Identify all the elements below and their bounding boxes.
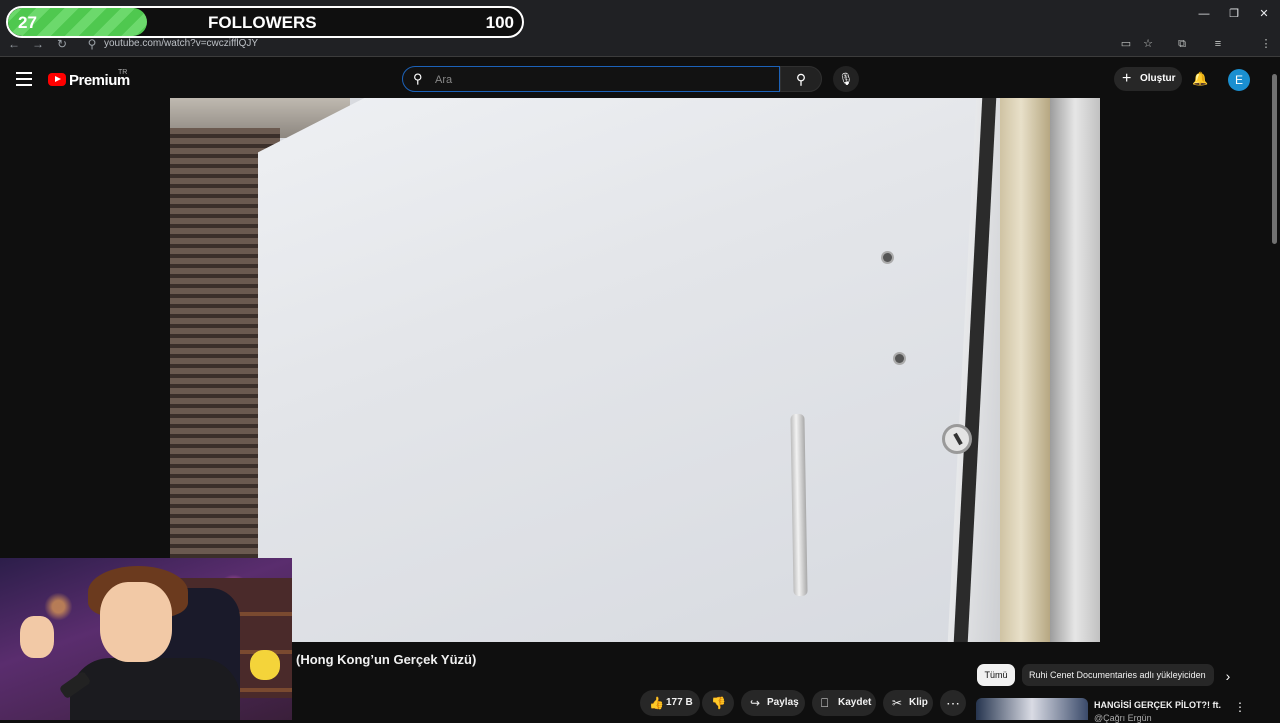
thumbs-up-icon: 👍 xyxy=(649,696,664,710)
video-scene-screw xyxy=(895,354,904,363)
browser-menu-icon[interactable]: ⋮ xyxy=(1258,36,1274,52)
region-code: TR xyxy=(118,69,128,76)
video-scene-door xyxy=(258,98,1018,642)
close-window-icon[interactable]: ✕ xyxy=(1256,6,1272,22)
page-scrollbar-thumb[interactable] xyxy=(1272,74,1277,244)
create-button[interactable]: + Oluştur xyxy=(1114,67,1182,91)
youtube-header: Premium TR ⚲ ⚲ 🎙 + Oluştur 🔔 E xyxy=(0,60,1280,100)
streamer-webcam-overlay xyxy=(0,558,292,720)
minimize-icon[interactable]: — xyxy=(1196,6,1212,22)
site-info-icon[interactable]: ⚲ xyxy=(84,36,100,52)
plus-icon: + xyxy=(1122,70,1132,87)
search-box: ⚲ xyxy=(402,66,780,92)
forward-icon[interactable]: → xyxy=(30,36,46,52)
followers-count: 27 xyxy=(18,13,37,32)
chip-all[interactable]: Tümü xyxy=(977,664,1015,686)
video-title: (Hong Kong’un Gerçek Yüzü) xyxy=(296,652,477,667)
webcam-avatar-hand xyxy=(20,616,54,658)
chevron-right-icon[interactable]: › xyxy=(1220,668,1236,684)
more-actions-button[interactable]: ⋯ xyxy=(940,690,966,716)
create-label: Oluştur xyxy=(1140,73,1176,84)
thumbs-down-icon: 👎 xyxy=(711,696,726,710)
more-horizontal-icon: ⋯ xyxy=(946,695,960,711)
search-icon: ⚲ xyxy=(413,71,423,86)
video-scene-lock xyxy=(942,424,972,454)
recommendation-thumbnail[interactable] xyxy=(976,698,1088,720)
cast-icon[interactable]: ▭ xyxy=(1118,36,1134,52)
clip-label: Klip xyxy=(909,697,928,708)
bookmark-icon: ⎕ xyxy=(821,696,829,710)
search-icon: ⚲ xyxy=(795,71,807,87)
chip-from-channel[interactable]: Ruhi Cenet Documentaries adlı yükleyicid… xyxy=(1022,664,1214,686)
dislike-button[interactable]: 👎 xyxy=(702,690,734,716)
more-vertical-icon[interactable]: ⋮ xyxy=(1234,700,1246,716)
scissors-icon: ✂ xyxy=(892,696,903,710)
like-count: 177 B xyxy=(666,697,693,708)
voice-search-button[interactable]: 🎙 xyxy=(833,66,859,92)
followers-label: FOLLOWERS xyxy=(208,13,317,32)
reload-icon[interactable]: ↻ xyxy=(54,36,70,52)
webcam-avatar-face xyxy=(100,582,172,662)
video-player[interactable] xyxy=(170,98,1100,642)
video-scene-screw xyxy=(883,253,892,262)
search-button[interactable]: ⚲ xyxy=(780,66,822,92)
recommendation-channel[interactable]: @Çağrı Ergün xyxy=(1094,713,1152,723)
hamburger-menu-icon[interactable] xyxy=(16,72,32,86)
restore-icon[interactable]: ❐ xyxy=(1226,6,1242,22)
save-label: Kaydet xyxy=(838,697,872,708)
followers-goal: 100 xyxy=(485,13,514,32)
recommendation-title[interactable]: HANGİSİ GERÇEK PİLOT?! ft. xyxy=(1094,700,1224,710)
followers-goal-overlay: 27 FOLLOWERS 100 xyxy=(6,6,524,38)
save-button[interactable]: ⎕ Kaydet xyxy=(812,690,876,716)
url-field[interactable]: youtube.com/watch?v=cwczifflQJY xyxy=(104,38,258,49)
webcam-plush-toy xyxy=(250,650,280,680)
share-icon: ↪ xyxy=(750,696,761,710)
account-avatar[interactable]: E xyxy=(1228,69,1250,91)
extensions-icon[interactable]: ⧉ xyxy=(1174,36,1190,52)
media-control-icon[interactable]: ≡ xyxy=(1210,36,1226,52)
bookmark-star-icon[interactable]: ☆ xyxy=(1140,36,1156,52)
video-scene-frame-metal xyxy=(1050,98,1100,642)
search-input[interactable] xyxy=(433,70,767,90)
youtube-play-icon xyxy=(48,73,66,86)
clip-button[interactable]: ✂ Klip xyxy=(883,690,933,716)
notifications-bell-icon[interactable]: 🔔 xyxy=(1192,71,1208,87)
like-button[interactable]: 👍 177 B xyxy=(640,690,700,716)
back-icon[interactable]: ← xyxy=(6,36,22,52)
microphone-icon: 🎙 xyxy=(838,72,854,86)
share-button[interactable]: ↪ Paylaş xyxy=(741,690,805,716)
share-label: Paylaş xyxy=(767,697,799,708)
webcam-avatar-body xyxy=(70,658,240,720)
